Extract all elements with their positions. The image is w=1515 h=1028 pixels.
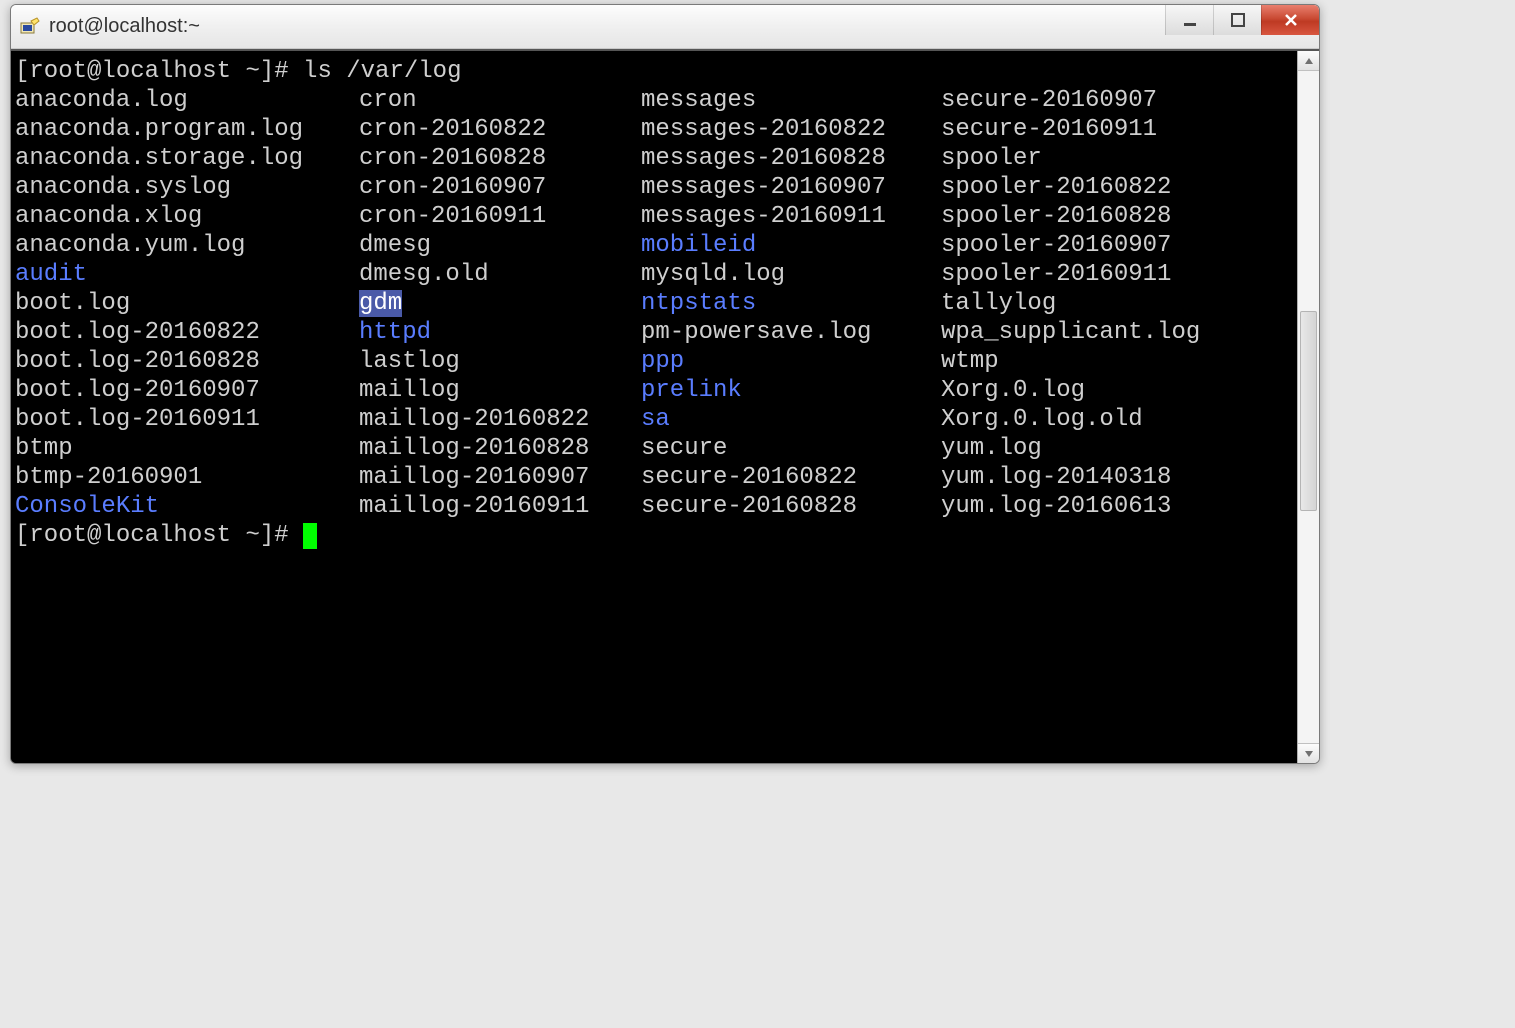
ls-entry: cron-20160828 — [359, 144, 641, 173]
ls-entry: yum.log-20160613 — [941, 492, 1171, 521]
ls-row: ConsoleKitmaillog-20160911secure-2016082… — [15, 492, 1295, 521]
ls-entry: anaconda.syslog — [15, 173, 359, 202]
ls-entry: messages-20160828 — [641, 144, 941, 173]
scrollbar-thumb[interactable] — [1300, 311, 1317, 511]
ls-entry: mobileid — [641, 231, 941, 260]
scroll-up-button[interactable] — [1298, 51, 1319, 71]
ls-entry: secure — [641, 434, 941, 463]
ls-entry: anaconda.program.log — [15, 115, 359, 144]
ls-entry: messages-20160911 — [641, 202, 941, 231]
ls-entry: dmesg.old — [359, 260, 641, 289]
terminal-output[interactable]: [root@localhost ~]# ls /var/loganaconda.… — [11, 51, 1297, 763]
ls-row: anaconda.program.logcron-20160822message… — [15, 115, 1295, 144]
ls-entry: boot.log-20160907 — [15, 376, 359, 405]
ls-row: anaconda.syslogcron-20160907messages-201… — [15, 173, 1295, 202]
terminal-window: root@localhost:~ [root@localhost ~]# ls … — [10, 4, 1320, 764]
ls-entry: dmesg — [359, 231, 641, 260]
ls-entry: spooler-20160911 — [941, 260, 1171, 289]
close-button[interactable] — [1261, 5, 1319, 35]
ls-entry: Xorg.0.log — [941, 376, 1085, 405]
ls-entry: maillog-20160907 — [359, 463, 641, 492]
ls-entry: btmp — [15, 434, 359, 463]
command-line: [root@localhost ~]# ls /var/log — [15, 57, 1295, 86]
ls-entry: pm-powersave.log — [641, 318, 941, 347]
ls-entry: cron-20160907 — [359, 173, 641, 202]
ls-row: anaconda.logcronmessagessecure-20160907 — [15, 86, 1295, 115]
ls-entry: wtmp — [941, 347, 999, 376]
ls-entry: maillog — [359, 376, 641, 405]
scroll-down-button[interactable] — [1298, 743, 1319, 763]
ls-entry: gdm — [359, 289, 641, 318]
ls-entry: maillog-20160911 — [359, 492, 641, 521]
ls-row: boot.log-20160911maillog-20160822saXorg.… — [15, 405, 1295, 434]
ls-entry: messages — [641, 86, 941, 115]
ls-entry: anaconda.yum.log — [15, 231, 359, 260]
scrollbar-track[interactable] — [1298, 71, 1319, 743]
maximize-button[interactable] — [1213, 5, 1261, 35]
ls-entry: boot.log — [15, 289, 359, 318]
putty-icon — [19, 16, 41, 38]
ls-entry: secure-20160822 — [641, 463, 941, 492]
ls-row: btmp-20160901maillog-20160907secure-2016… — [15, 463, 1295, 492]
scrollbar[interactable] — [1297, 51, 1319, 763]
ls-entry: secure-20160911 — [941, 115, 1157, 144]
ls-entry: mysqld.log — [641, 260, 941, 289]
ls-entry: messages-20160907 — [641, 173, 941, 202]
ls-row: boot.loggdmntpstatstallylog — [15, 289, 1295, 318]
ls-entry: boot.log-20160911 — [15, 405, 359, 434]
prompt-line: [root@localhost ~]# — [15, 521, 1295, 550]
ls-row: anaconda.storage.logcron-20160828message… — [15, 144, 1295, 173]
ls-entry: sa — [641, 405, 941, 434]
ls-entry: wpa_supplicant.log — [941, 318, 1200, 347]
ls-entry: spooler-20160907 — [941, 231, 1171, 260]
ls-entry: lastlog — [359, 347, 641, 376]
client-area: [root@localhost ~]# ls /var/loganaconda.… — [11, 49, 1319, 763]
ls-entry: boot.log-20160828 — [15, 347, 359, 376]
ls-entry: maillog-20160828 — [359, 434, 641, 463]
ls-entry: anaconda.storage.log — [15, 144, 359, 173]
ls-row: boot.log-20160907maillogprelinkXorg.0.lo… — [15, 376, 1295, 405]
ls-entry: httpd — [359, 318, 641, 347]
ls-entry: tallylog — [941, 289, 1056, 318]
ls-entry: spooler-20160822 — [941, 173, 1171, 202]
ls-row: auditdmesg.oldmysqld.logspooler-20160911 — [15, 260, 1295, 289]
titlebar[interactable]: root@localhost:~ — [11, 5, 1319, 49]
ls-entry: secure-20160828 — [641, 492, 941, 521]
ls-entry: anaconda.xlog — [15, 202, 359, 231]
ls-entry: yum.log — [941, 434, 1042, 463]
ls-row: anaconda.yum.logdmesgmobileidspooler-201… — [15, 231, 1295, 260]
ls-entry: btmp-20160901 — [15, 463, 359, 492]
ls-entry: ConsoleKit — [15, 492, 359, 521]
minimize-button[interactable] — [1165, 5, 1213, 35]
ls-entry: maillog-20160822 — [359, 405, 641, 434]
ls-entry: cron-20160822 — [359, 115, 641, 144]
ls-entry: boot.log-20160822 — [15, 318, 359, 347]
ls-entry: audit — [15, 260, 359, 289]
ls-entry: spooler-20160828 — [941, 202, 1171, 231]
ls-entry: ntpstats — [641, 289, 941, 318]
ls-entry: cron — [359, 86, 641, 115]
ls-entry: spooler — [941, 144, 1042, 173]
ls-entry: anaconda.log — [15, 86, 359, 115]
ls-row: boot.log-20160828lastlogpppwtmp — [15, 347, 1295, 376]
ls-entry: messages-20160822 — [641, 115, 941, 144]
ls-entry: prelink — [641, 376, 941, 405]
ls-entry: ppp — [641, 347, 941, 376]
ls-row: anaconda.xlogcron-20160911messages-20160… — [15, 202, 1295, 231]
ls-entry: yum.log-20140318 — [941, 463, 1171, 492]
window-controls — [1165, 5, 1319, 35]
ls-row: btmpmaillog-20160828secureyum.log — [15, 434, 1295, 463]
ls-entry: secure-20160907 — [941, 86, 1157, 115]
ls-entry: cron-20160911 — [359, 202, 641, 231]
window-title: root@localhost:~ — [49, 15, 200, 38]
ls-row: boot.log-20160822httpdpm-powersave.logwp… — [15, 318, 1295, 347]
ls-entry: Xorg.0.log.old — [941, 405, 1143, 434]
cursor — [303, 523, 317, 549]
